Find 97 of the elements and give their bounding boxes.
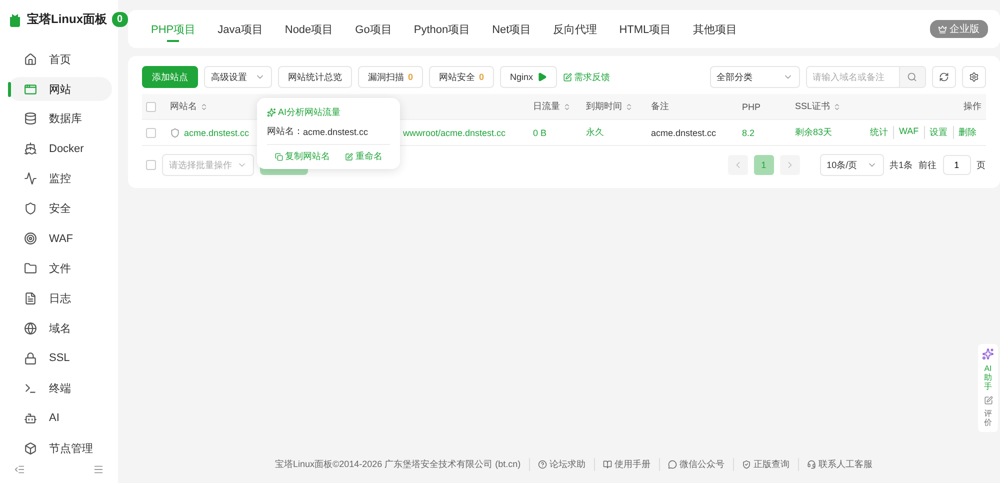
column-header: PHP	[742, 102, 762, 112]
table-cell-text: 永久	[586, 126, 605, 139]
sidebar-item[interactable]: 数据库	[8, 106, 112, 131]
shield-icon	[24, 202, 37, 216]
window-icon	[24, 82, 37, 96]
sidebar-item[interactable]: 网站	[8, 77, 112, 101]
sidebar-item[interactable]: 监控	[8, 166, 112, 191]
project-tab[interactable]: Python项目	[402, 10, 482, 48]
document-icon	[24, 292, 37, 305]
refresh-icon	[938, 72, 949, 82]
batch-checkbox[interactable]	[146, 160, 156, 170]
sparkle-icon[interactable]	[982, 348, 994, 360]
page-size-dropdown[interactable]: 10条/页	[820, 154, 884, 176]
brand-name: 宝塔Linux面板	[27, 11, 107, 28]
refresh-button[interactable]	[932, 66, 956, 88]
column-header: 备注	[651, 100, 670, 113]
sidebar-item[interactable]: 首页	[8, 47, 112, 72]
sidebar-item[interactable]: SSL	[8, 346, 112, 370]
crown-icon	[938, 24, 947, 34]
footer-link[interactable]: 联系人工客服	[798, 458, 873, 471]
target-icon	[24, 232, 37, 246]
copy-icon	[274, 152, 283, 160]
project-tab[interactable]: 其他项目	[682, 10, 748, 48]
edit-icon[interactable]	[984, 396, 992, 406]
page-input[interactable]: 1	[942, 155, 971, 175]
project-tab[interactable]: Net项目	[481, 10, 542, 48]
edit-icon	[563, 72, 572, 82]
sort-icon[interactable]	[563, 102, 571, 110]
site-name-text: acme.dnstest.cc	[303, 126, 368, 136]
project-tab[interactable]: Node项目	[274, 10, 344, 48]
collapse-icon[interactable]	[14, 464, 25, 476]
lock-icon	[24, 352, 37, 365]
nginx-button[interactable]: Nginx	[500, 66, 558, 88]
book-icon	[602, 460, 612, 469]
sort-icon[interactable]	[200, 102, 208, 110]
ship-icon	[24, 142, 37, 156]
table-cell-text: 0 B	[533, 128, 548, 138]
settings-button[interactable]	[962, 66, 986, 88]
folder-icon	[24, 262, 37, 276]
column-header[interactable]: 到期时间	[586, 100, 651, 113]
footer-link[interactable]: 微信公众号	[658, 458, 725, 471]
advanced-settings-dropdown[interactable]: 高级设置	[204, 66, 272, 88]
sidebar-item[interactable]: 日志	[8, 286, 112, 310]
sidebar-item[interactable]: 节点管理	[8, 436, 112, 460]
column-header: 操作	[962, 100, 982, 113]
column-header[interactable]: 网站名	[170, 100, 265, 113]
question-icon	[538, 460, 547, 469]
chat-icon	[668, 460, 677, 469]
copyright-text: 宝塔Linux面板©2014-2026 广东堡塔安全技术有限公司 (bt.cn)	[274, 458, 521, 471]
shield-check-icon	[742, 460, 751, 469]
terminal-icon	[24, 382, 37, 395]
column-header[interactable]: 日流量	[533, 100, 586, 113]
sidebar-item[interactable]: 安全	[8, 196, 112, 221]
project-tab[interactable]: HTML项目	[608, 10, 682, 48]
edit-icon	[345, 152, 354, 160]
site-stats-button[interactable]: 网站统计总览	[278, 66, 352, 88]
page-unit: 页	[976, 158, 986, 172]
sidebar-item[interactable]: WAF	[8, 226, 112, 251]
settings-icon	[968, 72, 979, 82]
activity-icon	[24, 172, 37, 186]
sort-icon[interactable]	[625, 102, 633, 110]
house-icon	[24, 52, 37, 66]
sidebar-item[interactable]: Docker	[8, 136, 112, 161]
headset-icon	[806, 460, 816, 469]
logo-icon	[8, 12, 22, 27]
menu-icon[interactable]	[93, 464, 104, 476]
shield-icon	[170, 128, 180, 138]
database-icon	[24, 112, 37, 126]
category-dropdown[interactable]: 全部分类	[710, 66, 800, 88]
project-tab[interactable]: Go项目	[344, 10, 403, 48]
row-checkbox[interactable]	[146, 128, 156, 138]
table-cell-text: acme.dnstest.cc	[651, 128, 718, 138]
footer-link[interactable]: 论坛求助	[528, 458, 586, 471]
search-icon[interactable]	[907, 72, 918, 82]
sort-icon[interactable]	[833, 102, 842, 110]
select-all-checkbox[interactable]	[146, 102, 156, 112]
globe-icon	[24, 322, 37, 335]
project-tab[interactable]: Java项目	[206, 10, 274, 48]
sidebar-item[interactable]: 域名	[8, 316, 112, 340]
sidebar-item[interactable]: AI	[8, 406, 112, 430]
footer-link[interactable]: 使用手册	[594, 458, 651, 471]
box-icon	[24, 442, 37, 455]
play-icon	[537, 72, 548, 82]
site-security-button[interactable]: 网站安全 0	[429, 66, 494, 88]
sparkle-icon	[267, 108, 276, 117]
column-header[interactable]: SSL证书	[795, 100, 865, 113]
goto-label: 前往	[918, 158, 937, 172]
footer-link[interactable]: 正版查询	[732, 458, 790, 471]
site-name-label: 网站名：	[267, 125, 303, 138]
vulnerability-scan-button[interactable]: 漏洞扫描 0	[358, 66, 424, 88]
total-count: 共1条	[890, 158, 913, 172]
sidebar-item[interactable]: 终端	[8, 376, 112, 400]
sidebar-item[interactable]: 文件	[8, 256, 112, 281]
rate-label[interactable]: 评价	[984, 410, 992, 428]
search-field[interactable]: 请输入域名或备注	[806, 66, 926, 88]
project-tab[interactable]: 反向代理	[542, 10, 608, 48]
robot-icon	[24, 412, 37, 425]
